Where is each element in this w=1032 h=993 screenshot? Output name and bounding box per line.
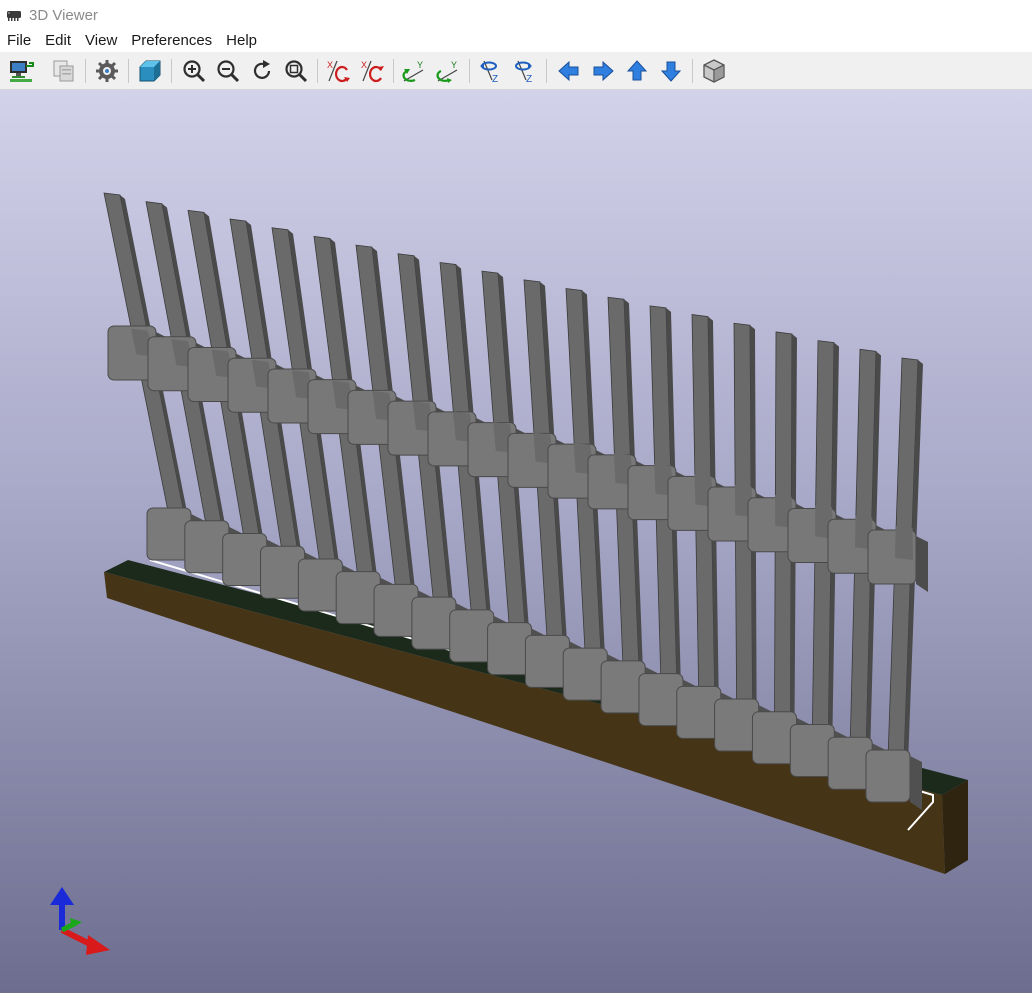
zoom-fit-button[interactable] xyxy=(282,57,310,85)
pcb-board xyxy=(104,559,968,874)
toolbar-separator xyxy=(171,59,172,83)
raytrace-button[interactable] xyxy=(136,57,164,85)
rotate-x-ccw-icon: X xyxy=(361,60,384,83)
title-bar: 3D Viewer xyxy=(0,0,1032,30)
axis-indicator xyxy=(50,887,110,955)
toolbar-separator xyxy=(317,59,318,83)
rotate-x-cw-button[interactable]: X xyxy=(324,57,352,85)
rotate-z-ccw-icon: Z xyxy=(515,60,532,84)
copy-clipboard-icon xyxy=(53,60,74,82)
rotate-x-cw-icon: X xyxy=(327,60,350,83)
move-up-button[interactable] xyxy=(623,57,651,85)
zoom-out-icon xyxy=(217,60,240,83)
move-down-button[interactable] xyxy=(657,57,685,85)
ortho-view-button[interactable] xyxy=(700,57,728,85)
x-axis-red xyxy=(86,935,110,955)
rotate-y-cw-icon: Y xyxy=(402,60,424,82)
zoom-fit-icon xyxy=(285,60,308,83)
zoom-in-icon xyxy=(183,60,206,83)
menu-view[interactable]: View xyxy=(78,30,124,52)
svg-text:Y: Y xyxy=(451,60,457,70)
toolbar-separator xyxy=(85,59,86,83)
move-up-icon xyxy=(626,60,648,81)
toolbar-separator xyxy=(128,59,129,83)
move-down-icon xyxy=(660,61,682,82)
y-axis-green xyxy=(70,918,82,928)
move-left-button[interactable] xyxy=(555,57,583,85)
svg-text:X: X xyxy=(327,60,333,70)
move-left-icon xyxy=(558,60,579,82)
zoom-in-button[interactable] xyxy=(180,57,208,85)
menu-preferences[interactable]: Preferences xyxy=(124,30,219,52)
rotate-x-ccw-button[interactable]: X xyxy=(358,57,386,85)
refresh-button[interactable] xyxy=(248,57,276,85)
raytrace-cube-icon xyxy=(139,60,161,82)
z-axis-blue xyxy=(50,887,74,905)
toolbar-separator xyxy=(469,59,470,83)
move-right-icon xyxy=(593,60,614,82)
menu-file[interactable]: File xyxy=(0,30,38,52)
settings-gear-icon xyxy=(96,60,118,82)
zoom-out-button[interactable] xyxy=(214,57,242,85)
toolbar-separator xyxy=(692,59,693,83)
3d-viewport[interactable] xyxy=(0,90,1032,993)
svg-text:Z: Z xyxy=(492,74,498,84)
chip-icon xyxy=(7,11,21,21)
ortho-cube-icon xyxy=(703,59,725,83)
export-image-icon xyxy=(10,61,34,82)
export-image-button[interactable] xyxy=(7,57,35,85)
svg-text:X: X xyxy=(361,60,367,70)
svg-text:Y: Y xyxy=(417,60,423,70)
menu-help[interactable]: Help xyxy=(219,30,264,52)
move-right-button[interactable] xyxy=(589,57,617,85)
settings-button[interactable] xyxy=(93,57,121,85)
rotate-z-cw-icon: Z xyxy=(480,60,498,84)
menu-bar: File Edit View Preferences Help xyxy=(0,30,1032,52)
rotate-z-ccw-button[interactable]: Z xyxy=(511,57,539,85)
rotate-y-ccw-button[interactable]: Y xyxy=(434,57,462,85)
toolbar-separator xyxy=(546,59,547,83)
toolbar: X X Y Y Z Z xyxy=(0,52,1032,90)
rotate-y-cw-button[interactable]: Y xyxy=(400,57,428,85)
toolbar-separator xyxy=(393,59,394,83)
copy-clipboard-button[interactable] xyxy=(50,57,78,85)
rotate-z-cw-button[interactable]: Z xyxy=(477,57,505,85)
rotate-y-ccw-icon: Y xyxy=(436,60,458,83)
menu-edit[interactable]: Edit xyxy=(38,30,78,52)
window-title: 3D Viewer xyxy=(29,6,98,24)
3d-scene[interactable] xyxy=(0,90,1032,993)
refresh-icon xyxy=(253,60,271,79)
svg-text:Z: Z xyxy=(526,74,532,84)
